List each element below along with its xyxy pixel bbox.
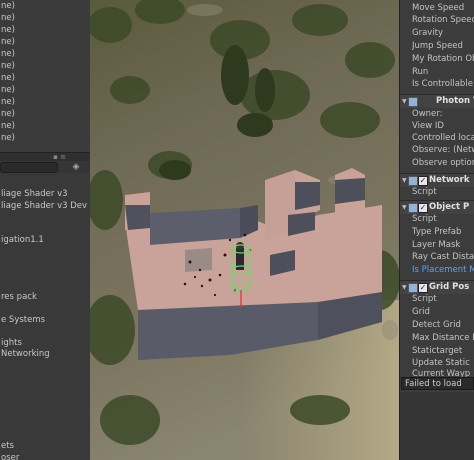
script-icon <box>408 283 418 293</box>
project-item[interactable]: res pack <box>0 291 90 303</box>
scene-render[interactable] <box>90 0 399 460</box>
field-type-prefab: Type Prefab <box>412 227 462 237</box>
foldout-arrow-icon[interactable]: ▼ <box>402 201 407 214</box>
hierarchy-item[interactable]: ne) <box>0 132 90 144</box>
hierarchy-item[interactable]: ne) <box>0 12 90 24</box>
hierarchy-item[interactable]: ne) <box>0 0 90 12</box>
field-gravity: Gravity <box>412 28 444 38</box>
hierarchy-item[interactable]: ne) <box>0 120 90 132</box>
hierarchy-item[interactable]: ne) <box>0 84 90 96</box>
hierarchy-item[interactable]: ne) <box>0 48 90 60</box>
foldout-arrow-icon[interactable]: ▼ <box>402 281 407 294</box>
field-observe: Observe: (Netw <box>412 145 474 155</box>
field-grid: Grid <box>412 307 430 317</box>
script-icon <box>408 176 418 186</box>
project-item[interactable]: e Systems <box>0 314 90 326</box>
hierarchy-item[interactable]: ne) <box>0 96 90 108</box>
enabled-checkbox[interactable]: ✓ <box>418 176 428 186</box>
field-my-rotation-obj: My Rotation Obj <box>412 54 474 64</box>
hierarchy-item[interactable]: ne) <box>0 36 90 48</box>
field-is-placement-mode[interactable]: Is Placement M <box>412 264 474 276</box>
hierarchy-item[interactable]: ne) <box>0 24 90 36</box>
field-jump-speed: Jump Speed <box>412 41 463 51</box>
left-panel: ne) ne) ne) ne) ne) ne) ne) ne) ne) ne) … <box>0 0 90 460</box>
photon-view-icon <box>408 97 418 107</box>
project-item[interactable]: Networking <box>0 348 90 360</box>
tag-icon[interactable]: ◈ <box>70 161 82 173</box>
enabled-checkbox[interactable]: ✓ <box>418 283 428 293</box>
project-item[interactable]: liage Shader v3 <box>0 188 90 200</box>
hierarchy-item[interactable]: ne) <box>0 60 90 72</box>
field-ray-cast-distance: Ray Cast Distan <box>412 252 474 262</box>
project-item[interactable]: igation1.1 <box>0 234 90 246</box>
lock-icon[interactable]: ▪ ≡ <box>53 153 66 161</box>
field-view-id: View ID <box>412 121 444 131</box>
enabled-checkbox[interactable]: ✓ <box>418 203 428 213</box>
project-item[interactable]: ets <box>0 440 90 452</box>
project-search-row: ◈ <box>0 161 90 173</box>
component-photon-view[interactable]: ▼ Photon V <box>400 94 474 108</box>
inspector-panel: Move Speed Rotation Speed Gravity Jump S… <box>399 0 474 460</box>
field-statictarget: Statictarget <box>412 346 463 356</box>
component-grid-pos[interactable]: ▼ ✓ Grid Pos <box>400 280 474 294</box>
hierarchy-item[interactable]: ne) <box>0 108 90 120</box>
field-script: Script <box>412 214 437 224</box>
field-controlled-local: Controlled loca <box>412 133 474 143</box>
project-item[interactable]: oser <box>0 452 90 460</box>
field-observe-option: Observe option <box>412 158 474 168</box>
foldout-arrow-icon[interactable]: ▼ <box>402 95 407 108</box>
component-title: Photon V <box>436 96 474 106</box>
field-rotation-speed: Rotation Speed <box>412 15 474 25</box>
component-object-placer[interactable]: ▼ ✓ Object P <box>400 200 474 214</box>
hierarchy-item[interactable]: ne) <box>0 72 90 84</box>
field-script: Script <box>412 294 437 304</box>
field-is-controllable: Is Controllable <box>412 79 473 89</box>
field-detect-grid: Detect Grid <box>412 320 461 330</box>
field-layer-mask: Layer Mask <box>412 240 461 250</box>
field-script: Script <box>412 187 437 197</box>
field-run: Run <box>412 67 429 77</box>
project-item[interactable]: liage Shader v3 Dev <box>0 200 90 212</box>
field-owner: Owner: <box>412 109 443 119</box>
field-move-speed: Move Speed <box>412 3 465 13</box>
hierarchy-panel: ne) ne) ne) ne) ne) ne) ne) ne) ne) ne) … <box>0 0 90 152</box>
foldout-arrow-icon[interactable]: ▼ <box>402 174 407 187</box>
script-icon <box>408 203 418 213</box>
project-search-input[interactable] <box>0 162 58 173</box>
status-field: Failed to load <box>401 377 474 390</box>
scene-view[interactable] <box>90 0 399 460</box>
component-network[interactable]: ▼ ✓ Network <box>400 173 474 187</box>
inspector-empty-area <box>400 392 474 460</box>
field-max-distance: Max Distance D <box>412 333 474 343</box>
